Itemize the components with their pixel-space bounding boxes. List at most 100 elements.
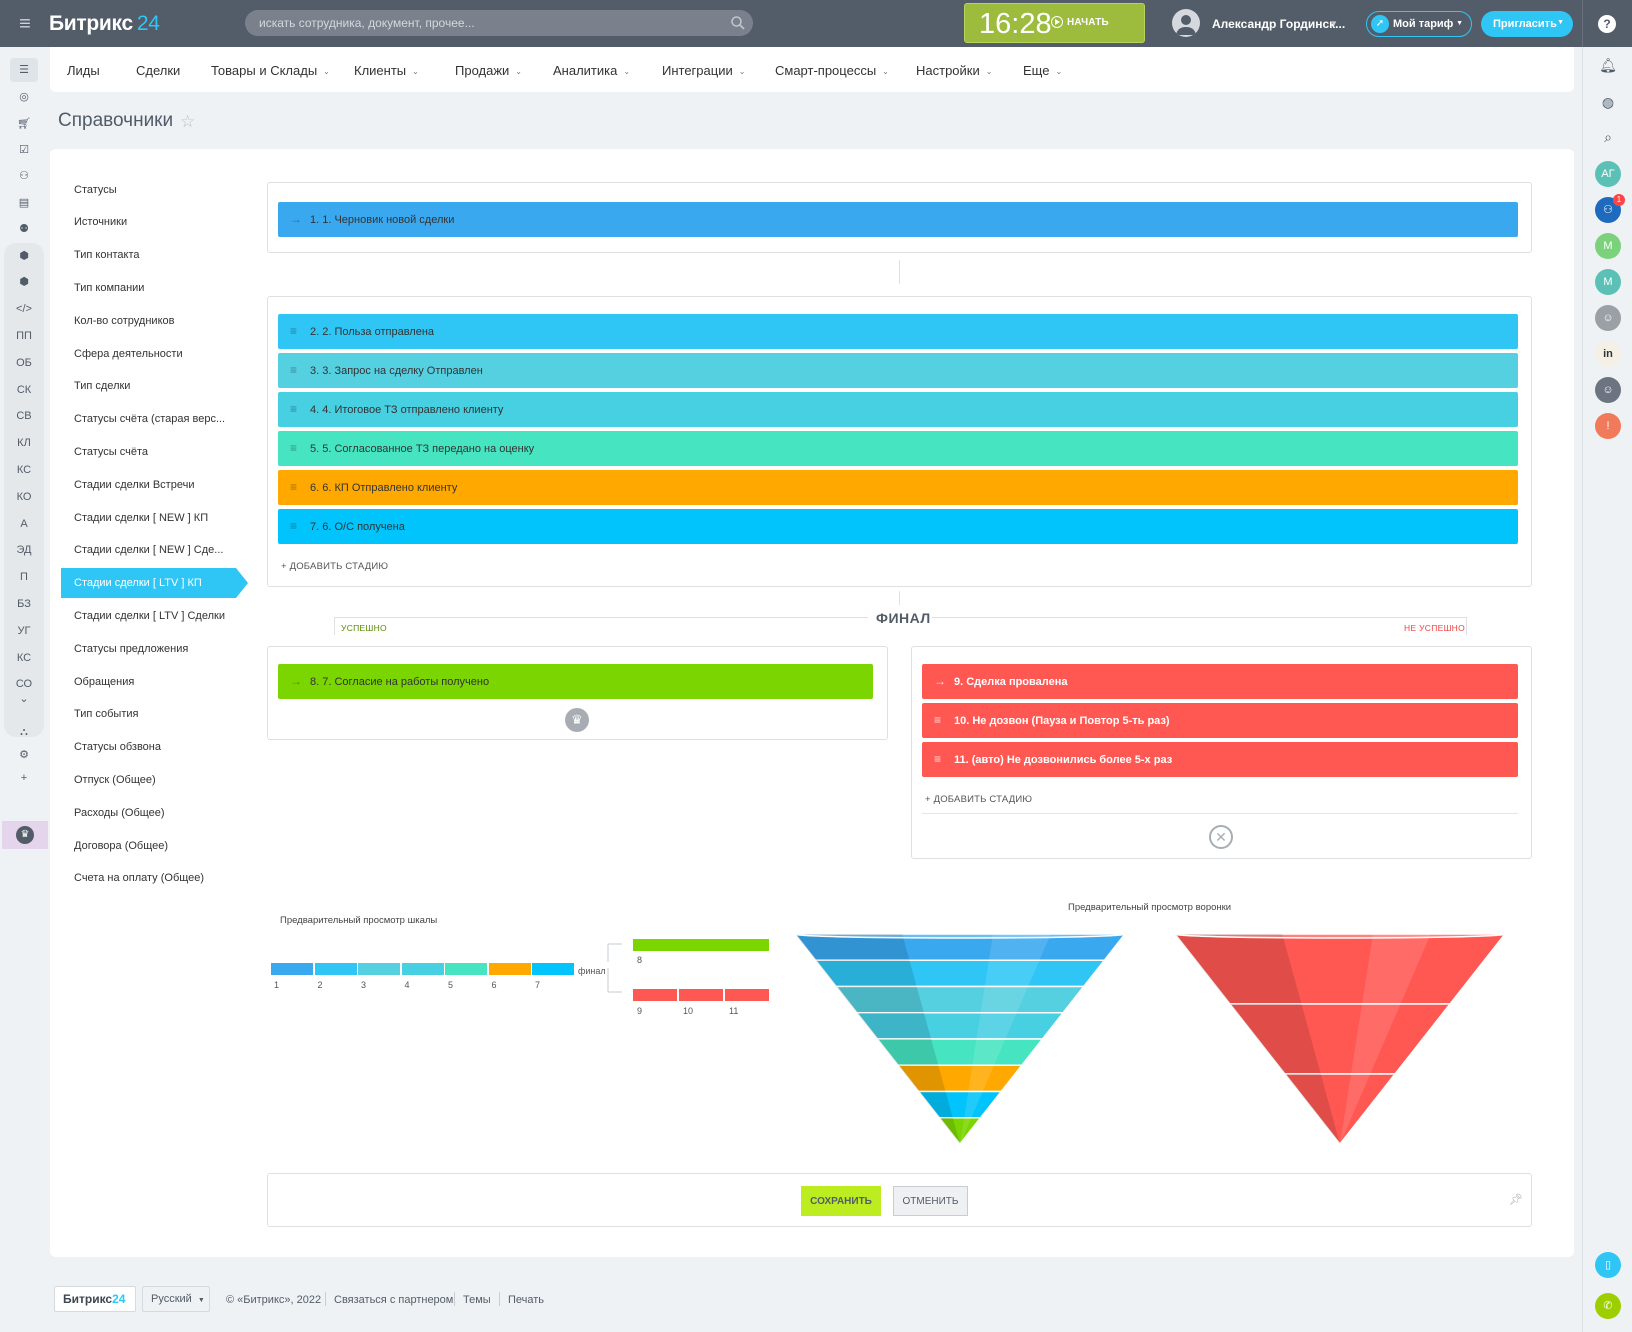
nav-item[interactable]: Интеграции ⌄	[662, 63, 745, 78]
partner-link[interactable]: Связаться с партнером	[334, 1294, 453, 1306]
stage-item[interactable]: ≡ 7. 6. О/С получена	[278, 509, 1518, 544]
stage-item[interactable]: ≡ 11. (авто) Не дозвонились более 5-х раз	[922, 742, 1518, 777]
sidebar-item[interactable]: СК	[10, 378, 38, 402]
reference-item[interactable]: Расходы (Общее)	[74, 807, 165, 819]
phone-icon[interactable]: ✆	[1595, 1293, 1621, 1319]
sidebar-item[interactable]: ОБ	[10, 351, 38, 375]
stage-item[interactable]: ≡ 10. Не дозвон (Пауза и Повтор 5-ть раз)	[922, 703, 1518, 738]
work-day-widget[interactable]: 16:28 НАЧАТЬ	[964, 3, 1145, 43]
pin-icon[interactable]: 📌︎	[1509, 1193, 1523, 1206]
language-select[interactable]: Русский ▼	[142, 1286, 210, 1312]
sidebar-item[interactable]: КС	[10, 458, 38, 482]
sidebar-item[interactable]: УГ	[10, 619, 38, 643]
reference-item[interactable]: Кол-во сотрудников	[74, 315, 174, 327]
nav-item[interactable]: Еще ⌄	[1023, 63, 1062, 78]
add-stage-button[interactable]: + ДОБАВИТЬ СТАДИЮ	[925, 794, 1032, 805]
footer-logo[interactable]: Битрикс24	[54, 1286, 136, 1312]
reference-item[interactable]: Статусы предложения	[74, 643, 188, 655]
chevron-down-icon[interactable]: ▼	[1330, 19, 1338, 28]
nav-item[interactable]: Сделки	[136, 63, 180, 78]
drag-handle-icon[interactable]: ≡	[290, 470, 302, 505]
avatar[interactable]: АГ	[1595, 161, 1621, 187]
avatar[interactable]: !	[1595, 413, 1621, 439]
add-stage-button[interactable]: + ДОБАВИТЬ СТАДИЮ	[281, 561, 388, 572]
reference-item[interactable]: Тип сделки	[74, 380, 130, 392]
print-link[interactable]: Печать	[508, 1294, 544, 1306]
filter-icon[interactable]: ☰	[10, 58, 38, 82]
reference-item[interactable]: Статусы счёта (старая верс...	[74, 413, 225, 425]
avatar[interactable]: ☺	[1595, 305, 1621, 331]
star-icon[interactable]: ☆	[180, 112, 195, 132]
robot-icon[interactable]: ⚉	[10, 217, 38, 241]
sidebar-item[interactable]: ЭД	[10, 538, 38, 562]
drag-handle-icon[interactable]: ≡	[290, 509, 302, 544]
sidebar-item[interactable]: БЗ	[10, 592, 38, 616]
sidebar-item[interactable]: КО	[10, 485, 38, 509]
reference-item[interactable]: Статусы обзвона	[74, 741, 161, 753]
avatar[interactable]: М	[1595, 233, 1621, 259]
stage-item[interactable]: ≡ 2. 2. Польза отправлена	[278, 314, 1518, 349]
reference-item[interactable]: Стадии сделки [ LTV ] Сделки	[74, 610, 225, 622]
plus-icon[interactable]: +	[10, 766, 38, 790]
reference-item[interactable]: Стадии сделки [ NEW ] КП	[74, 512, 208, 524]
drag-handle-icon[interactable]: ≡	[934, 703, 946, 738]
reference-item[interactable]: Тип компании	[74, 282, 144, 294]
help-icon[interactable]: ?	[1598, 15, 1616, 33]
search-icon[interactable]	[730, 15, 746, 31]
user-avatar[interactable]	[1172, 9, 1200, 37]
people-icon[interactable]: ⚇	[10, 164, 38, 188]
reference-item[interactable]: Статусы	[74, 184, 117, 196]
start-day-button[interactable]: НАЧАТЬ	[1051, 16, 1109, 28]
avatar[interactable]: М	[1595, 269, 1621, 295]
box-icon[interactable]: ⬢	[10, 244, 38, 268]
sidebar-item[interactable]: П	[10, 565, 38, 589]
my-tariff-button[interactable]: ➚ Мой тариф ▼	[1366, 11, 1472, 37]
reference-item[interactable]: Тип контакта	[74, 249, 140, 261]
sidebar-item[interactable]: КЛ	[10, 431, 38, 455]
stage-item[interactable]: → 1. 1. Черновик новой сделки	[278, 202, 1518, 237]
search-input[interactable]	[245, 10, 753, 36]
save-button[interactable]: СОХРАНИТЬ	[801, 1186, 881, 1216]
nav-item[interactable]: Клиенты ⌄	[354, 63, 419, 78]
reference-item[interactable]: Источники	[74, 216, 127, 228]
gear-icon[interactable]: ⚙	[10, 743, 38, 767]
sidebar-item[interactable]: А	[10, 512, 38, 536]
drag-handle-icon[interactable]: ≡	[934, 742, 946, 777]
themes-link[interactable]: Темы	[463, 1294, 491, 1306]
box-icon[interactable]: ⬢	[10, 270, 38, 294]
invite-button[interactable]: Пригласить ▼	[1481, 11, 1573, 37]
nav-item[interactable]: Продажи ⌄	[455, 63, 522, 78]
cart-icon[interactable]: 🛒︎	[10, 112, 38, 136]
sidebar-item[interactable]: КС	[10, 646, 38, 670]
logo[interactable]: Битрикс 24	[49, 12, 160, 36]
reference-item[interactable]: Стадии сделки [ NEW ] Сде...	[74, 544, 223, 556]
stage-item[interactable]: → 8. 7. Согласие на работы получено	[278, 664, 873, 699]
check-icon[interactable]: ☑	[10, 138, 38, 162]
crown-icon[interactable]: ♛	[2, 821, 48, 849]
reference-item[interactable]: Договора (Общее)	[74, 840, 168, 852]
reference-item[interactable]: Статусы счёта	[74, 446, 148, 458]
nav-item[interactable]: Смарт-процессы ⌄	[775, 63, 889, 78]
drag-handle-icon[interactable]: ≡	[290, 392, 302, 427]
reference-item[interactable]: Тип события	[74, 708, 138, 720]
reference-item[interactable]: Стадии сделки Встречи	[74, 479, 194, 491]
chat-icon[interactable]: ◍	[1596, 90, 1620, 114]
code-icon[interactable]: </>	[10, 297, 38, 321]
drag-handle-icon[interactable]: ≡	[290, 431, 302, 466]
bell-icon[interactable]: 🔔︎	[1596, 53, 1620, 77]
search-icon[interactable]: ⌕	[1596, 125, 1620, 149]
contact-card-icon[interactable]: ▤	[10, 191, 38, 215]
sidebar-item[interactable]: СВ	[10, 404, 38, 428]
reference-item[interactable]: Отпуск (Общее)	[74, 774, 156, 786]
device-icon[interactable]: ▯	[1595, 1252, 1621, 1278]
user-name[interactable]: Александр Гординск...	[1212, 17, 1345, 31]
stage-item[interactable]: ≡ 3. 3. Запрос на сделку Отправлен	[278, 353, 1518, 388]
avatar[interactable]: ☺	[1595, 377, 1621, 403]
nav-item[interactable]: Товары и Склады ⌄	[211, 63, 330, 78]
drag-handle-icon[interactable]: ≡	[290, 314, 302, 349]
nav-item[interactable]: Лиды	[67, 63, 100, 78]
reference-item[interactable]: Счета на оплату (Общее)	[74, 872, 204, 884]
linkedin-icon[interactable]: in	[1595, 341, 1621, 367]
nav-item[interactable]: Настройки ⌄	[916, 63, 992, 78]
sidebar-item[interactable]: ПП	[10, 324, 38, 348]
